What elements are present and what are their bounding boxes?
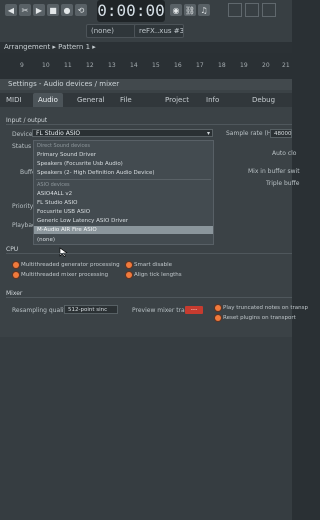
scissors-icon[interactable]: ✂ bbox=[19, 4, 31, 16]
checkbox-icon[interactable] bbox=[13, 262, 19, 268]
breadcrumb: Arrangement ▸ Pattern 1 ▸ bbox=[0, 42, 292, 53]
dropdown-header: ASIO devices bbox=[37, 182, 70, 188]
dropdown-item[interactable]: Speakers (Focusrite Usb Audio) bbox=[34, 160, 213, 168]
divider bbox=[6, 253, 292, 254]
triple-buffer-label: Triple buffe bbox=[266, 180, 300, 187]
tab-bar: MIDI Audio General File Project Info Deb… bbox=[0, 93, 292, 107]
dropdown-header: Direct Sound devices bbox=[37, 143, 90, 149]
tab-info[interactable]: Info bbox=[206, 93, 219, 107]
record-icon[interactable]: ◉ bbox=[170, 4, 182, 16]
tab-general[interactable]: General bbox=[77, 93, 105, 107]
multithreaded-generator-label: Multithreaded generator processing bbox=[21, 262, 120, 268]
timeline-ruler: 9 10 11 12 13 14 15 16 17 18 19 20 21 bbox=[0, 59, 292, 73]
device-select[interactable]: FL Studio ASIO ▾ bbox=[32, 129, 213, 137]
priority-label: Priority bbox=[12, 203, 34, 210]
checkbox-icon[interactable] bbox=[126, 272, 132, 278]
tab-audio[interactable]: Audio bbox=[33, 93, 63, 107]
window-icon[interactable] bbox=[228, 3, 242, 17]
playback-label: Playbac bbox=[12, 222, 36, 229]
chevron-down-icon: ▾ bbox=[206, 130, 210, 137]
resampling-select[interactable]: 512-point sinc bbox=[64, 305, 118, 314]
divider bbox=[6, 297, 292, 298]
multithreaded-mixer-label: Multithreaded mixer processing bbox=[21, 272, 109, 278]
window-icon[interactable] bbox=[245, 3, 259, 17]
tab-project[interactable]: Project bbox=[165, 93, 189, 107]
checkbox-icon[interactable] bbox=[215, 315, 221, 321]
checkbox-icon[interactable] bbox=[215, 305, 221, 311]
section-mixer: Mixer bbox=[6, 290, 23, 297]
top-toolbar: ◀ ✂ ▶ ■ ● ⟲ 0:00:00 ◉ ⛓ ♫ (none) reFX..x… bbox=[0, 0, 292, 42]
resampling-label: Resampling quality bbox=[12, 307, 70, 314]
dropdown-item[interactable]: Speakers (2- High Definition Audio Devic… bbox=[34, 169, 213, 177]
record-icon[interactable]: ● bbox=[61, 4, 73, 16]
dropdown-item[interactable]: (none) bbox=[34, 236, 213, 244]
preview-mixer-track-button[interactable]: --- bbox=[185, 306, 203, 314]
mouse-cursor-icon bbox=[59, 247, 68, 257]
play-icon[interactable]: ▶ bbox=[33, 4, 45, 16]
tab-midi[interactable]: MIDI bbox=[6, 93, 22, 107]
device-dropdown[interactable]: Direct Sound devices Primary Sound Drive… bbox=[33, 140, 214, 245]
empty-panel bbox=[0, 337, 292, 520]
smart-disable-label: Smart disable bbox=[134, 262, 173, 268]
dropdown-item[interactable]: Focusrite USB ASIO bbox=[34, 208, 213, 216]
divider bbox=[6, 124, 292, 125]
dropdown-item-selected[interactable]: M-Audio AIR Fire ASIO bbox=[34, 226, 213, 234]
arrow-left-icon[interactable]: ◀ bbox=[5, 4, 17, 16]
dropdown-divider bbox=[36, 179, 211, 180]
dialog-title: Settings - Audio devices / mixer bbox=[0, 79, 292, 90]
settings-dialog: Settings - Audio devices / mixer MIDI Au… bbox=[0, 79, 308, 520]
preview-mixer-label: Preview mixer track bbox=[132, 307, 192, 314]
headphones-icon[interactable]: ♫ bbox=[198, 4, 210, 16]
checkbox-icon[interactable] bbox=[13, 272, 19, 278]
sample-rate-field[interactable]: 48000 bbox=[270, 129, 292, 138]
section-cpu: CPU bbox=[6, 246, 19, 253]
status-label: Status bbox=[12, 143, 32, 150]
dropdown-item[interactable]: Generic Low Latency ASIO Driver bbox=[34, 217, 213, 225]
track-select[interactable]: reFX..xus #3 bbox=[134, 24, 184, 38]
time-display: 0:00:00 bbox=[97, 0, 165, 22]
dropdown-item[interactable]: ASIO4ALL v2 bbox=[34, 190, 213, 198]
play-truncated-label: Play truncated notes on transp bbox=[223, 305, 309, 311]
tempo-icon[interactable]: ⟲ bbox=[75, 4, 87, 16]
tab-debug[interactable]: Debug bbox=[252, 93, 275, 107]
dropdown-item[interactable]: Primary Sound Driver bbox=[34, 151, 213, 159]
reset-plugins-label: Reset plugins on transport bbox=[223, 315, 296, 321]
section-input-output: Input / output bbox=[6, 117, 48, 124]
dropdown-item[interactable]: FL Studio ASIO bbox=[34, 199, 213, 207]
stop-icon[interactable]: ■ bbox=[47, 4, 59, 16]
device-label: Device bbox=[12, 131, 33, 138]
mix-in-buffer-label: Mix in buffer swit bbox=[248, 168, 300, 175]
window-icon[interactable] bbox=[262, 3, 276, 17]
auto-close-label: Auto clo bbox=[272, 150, 297, 157]
align-tick-label: Align tick lengths bbox=[134, 272, 182, 278]
checkbox-icon[interactable] bbox=[126, 262, 132, 268]
mode-select[interactable]: (none) bbox=[86, 24, 136, 38]
link-icon[interactable]: ⛓ bbox=[184, 4, 196, 16]
tab-file[interactable]: File bbox=[120, 93, 132, 107]
